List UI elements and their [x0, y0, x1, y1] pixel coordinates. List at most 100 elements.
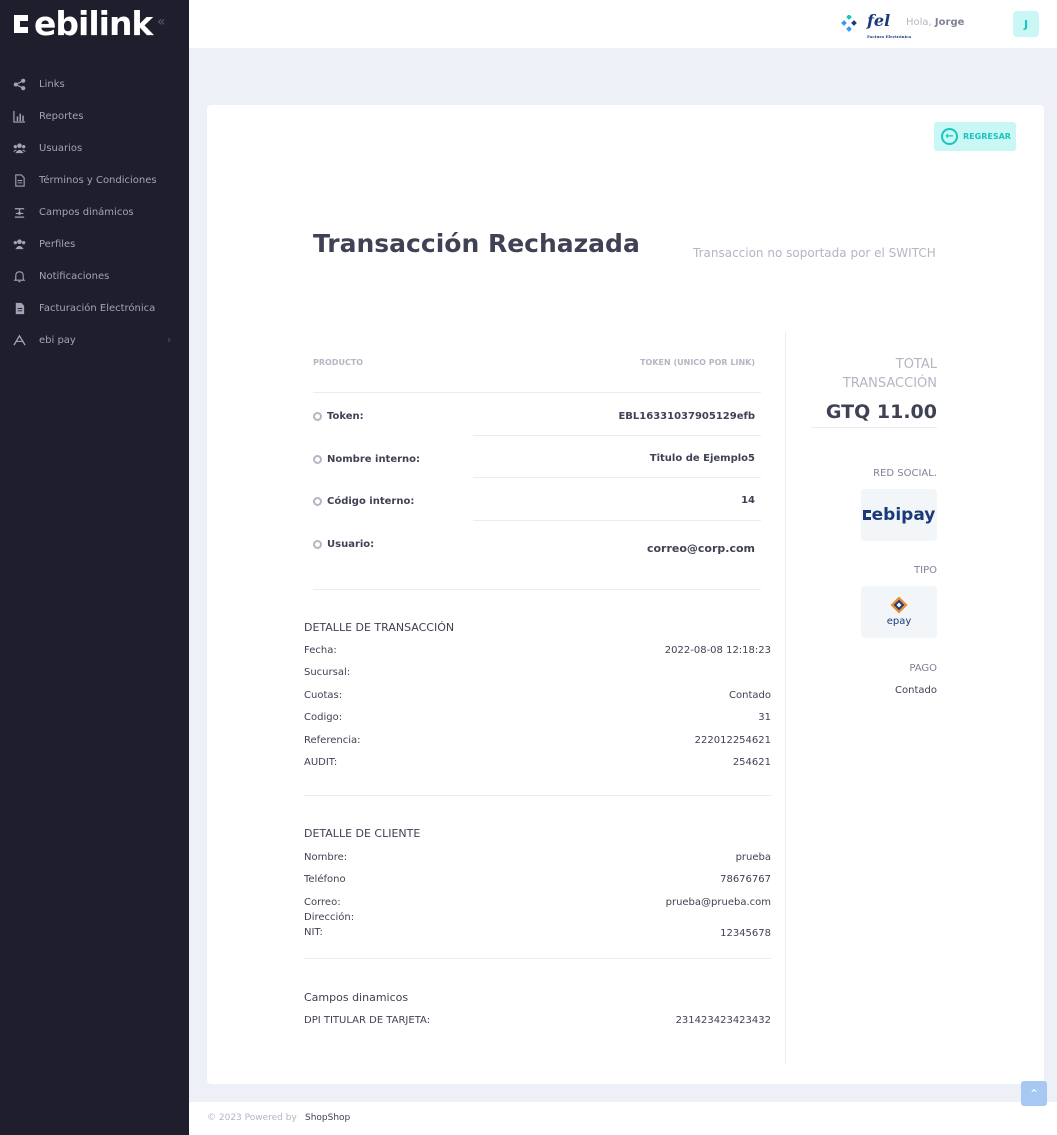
back-button-label: REGRESAR — [963, 132, 1011, 141]
correo-label: Correo: — [304, 897, 341, 908]
sidebar-item-links[interactable]: Links — [0, 68, 189, 100]
bullet-icon — [313, 497, 322, 506]
pago-label: PAGO — [909, 663, 937, 674]
sidebar-nav: Links Reportes Usuarios Términos y Condi… — [0, 68, 189, 356]
codigo-value: 31 — [758, 712, 771, 723]
bullet-icon — [313, 540, 322, 549]
telefono-value: 78676767 — [720, 874, 771, 885]
direccion-label: Dirección: — [304, 912, 355, 923]
dynamic-section-title: Campos dinamicos — [304, 991, 409, 1004]
chart-icon — [12, 109, 26, 123]
profiles-icon — [12, 237, 26, 251]
invoice-icon — [12, 301, 26, 315]
back-button[interactable]: ← REGRESAR — [934, 122, 1016, 151]
arrow-left-circle-icon: ← — [941, 128, 958, 145]
fel-logo-subtext: Factura Electrónica — [867, 34, 912, 39]
total-label-line1: TOTAL — [895, 357, 937, 372]
token-col-header: TOKEN (UNICO POR LINK) — [640, 358, 755, 367]
user-greeting[interactable]: Hola, Jorge — [906, 17, 964, 28]
column-divider — [785, 332, 786, 1064]
epay-logo-text: epay — [886, 616, 912, 627]
epay-logo: epay — [861, 586, 937, 638]
divider — [473, 435, 761, 436]
bell-icon — [12, 269, 26, 283]
audit-value: 254621 — [732, 757, 771, 768]
referencia-label: Referencia: — [304, 735, 361, 746]
referencia-value: 222012254621 — [694, 735, 771, 746]
sidebar-item-label: ebi pay — [39, 334, 76, 346]
fields-icon — [12, 205, 26, 219]
brand-logo-text: ebilink — [34, 4, 153, 43]
divider — [473, 477, 761, 478]
nombre-label: Nombre: — [304, 852, 348, 863]
page-title: Transacción Rechazada — [313, 229, 640, 258]
divider — [304, 795, 771, 796]
collapse-sidebar-icon[interactable]: « — [157, 14, 166, 30]
cuotas-value: Contado — [729, 690, 771, 701]
cuotas-label: Cuotas: — [304, 690, 343, 701]
user-name: Jorge — [934, 17, 965, 28]
product-row-label: Token: — [313, 411, 364, 422]
top-header: fel Factura Electrónica Hola, Jorge J — [189, 0, 1057, 48]
token-value: EBL16331037905129efb — [618, 411, 755, 422]
total-value: GTQ 11.00 — [825, 401, 937, 423]
scroll-top-button[interactable]: ⌃ — [1021, 1081, 1047, 1106]
sidebar-item-label: Perfiles — [39, 238, 76, 250]
avatar[interactable]: J — [1013, 11, 1039, 37]
tipo-label: TIPO — [914, 565, 937, 576]
sidebar-item-label: Notificaciones — [39, 270, 110, 282]
sidebar-item-reportes[interactable]: Reportes — [0, 100, 189, 132]
sidebar: ebilink « Links Reportes Usuarios Términ — [0, 0, 189, 1135]
codigo-label: Codigo: — [304, 712, 343, 723]
internal-name-value: Titulo de Ejemplo5 — [649, 453, 755, 464]
sidebar-item-perfiles[interactable]: Perfiles — [0, 228, 189, 260]
fel-logo: fel Factura Electrónica — [867, 13, 911, 45]
footer: © 2023 Powered by ShopShop — [189, 1102, 1057, 1135]
sidebar-item-label: Campos dinámicos — [39, 206, 134, 218]
ebipay-logo: ebipay — [861, 489, 937, 541]
brand-logo[interactable]: ebilink — [12, 4, 153, 43]
sidebar-item-notificaciones[interactable]: Notificaciones — [0, 260, 189, 292]
ebipay-mark-icon — [862, 510, 871, 520]
total-label-line2: TRANSACCIÓN — [842, 376, 937, 391]
share-icon — [12, 77, 26, 91]
divider — [313, 392, 761, 393]
arrow-up-icon: ⌃ — [1028, 1086, 1040, 1101]
sidebar-item-label: Usuarios — [39, 142, 83, 154]
nombre-value: prueba — [735, 852, 771, 863]
product-col-header: PRODUCTO — [313, 358, 364, 367]
sidebar-item-campos-dinamicos[interactable]: Campos dinámicos — [0, 196, 189, 228]
greeting-text: Hola, — [906, 17, 932, 28]
pago-value: Contado — [895, 685, 937, 696]
sidebar-item-label: Facturación Electrónica — [39, 302, 156, 314]
divider — [811, 427, 937, 428]
divider — [313, 589, 761, 590]
row-label-text: Nombre interno: — [327, 454, 421, 465]
sidebar-item-ebi-pay[interactable]: ebi pay › — [0, 324, 189, 356]
sidebar-item-label: Reportes — [39, 110, 84, 122]
ebipay-icon — [12, 333, 26, 347]
fel-logo-text: fel — [867, 11, 891, 30]
row-label-text: Usuario: — [327, 539, 375, 550]
bullet-icon — [313, 412, 322, 421]
user-email-value: correo@corp.com — [646, 542, 755, 555]
product-row-label: Nombre interno: — [313, 454, 420, 465]
sidebar-item-terminos[interactable]: Términos y Condiciones — [0, 164, 189, 196]
divider — [473, 520, 761, 521]
sidebar-item-facturacion[interactable]: Facturación Electrónica — [0, 292, 189, 324]
telefono-label: Teléfono — [304, 874, 346, 885]
page-subtitle: Transaccion no soportada por el SWITCH — [693, 246, 936, 260]
divider — [304, 958, 771, 959]
sidebar-item-usuarios[interactable]: Usuarios — [0, 132, 189, 164]
ebilink-logo-icon — [14, 15, 28, 33]
sidebar-item-label: Links — [39, 78, 65, 90]
internal-code-value: 14 — [741, 495, 755, 506]
product-row-label: Usuario: — [313, 539, 374, 550]
red-social-label: RED SOCIAL. — [873, 468, 937, 479]
footer-link[interactable]: ShopShop — [305, 1113, 350, 1123]
nit-label: NIT: — [304, 927, 323, 938]
transaction-section-title: DETALLE DE TRANSACCIÓN — [304, 621, 455, 634]
row-label-text: Código interno: — [327, 496, 415, 507]
correo-value: prueba@prueba.com — [665, 897, 771, 908]
epay-mark-icon — [890, 597, 908, 614]
